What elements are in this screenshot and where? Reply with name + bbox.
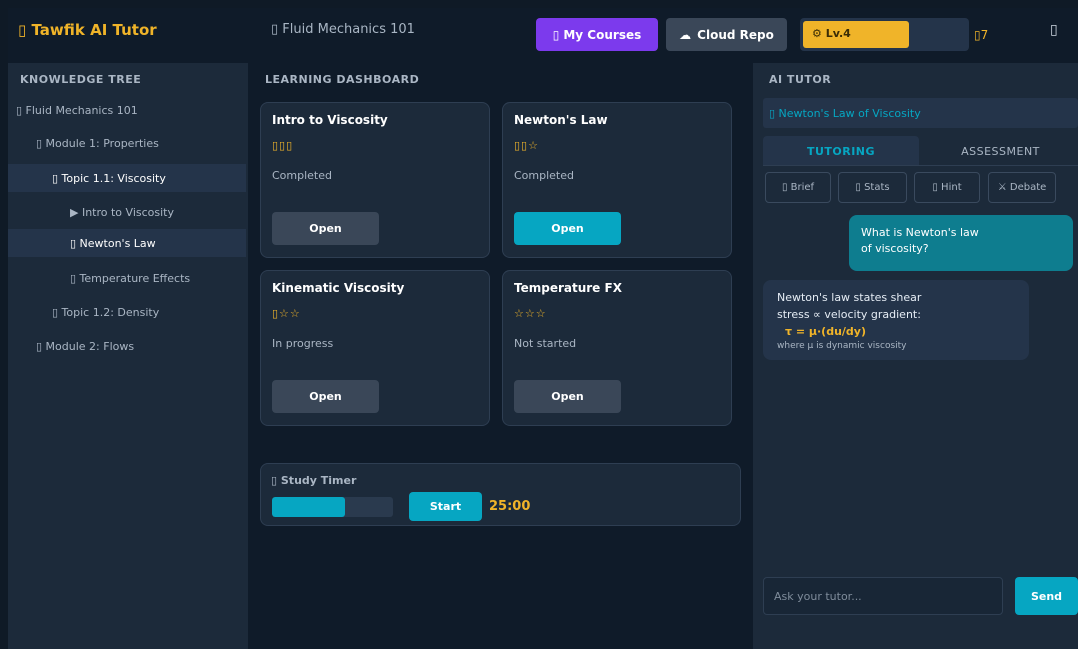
- courses-icon: ▯: [552, 27, 560, 42]
- cloud-repo-label: Cloud Repo: [697, 27, 774, 42]
- lesson-card-title: Newton's Law: [514, 113, 608, 127]
- tree-item-temperature-effects[interactable]: ▯ Temperature Effects: [8, 264, 246, 292]
- tabs-divider: [763, 165, 1078, 166]
- user-message-line: What is Newton's law: [861, 226, 979, 239]
- tree-item-label: ▯ Topic 1.2: Density: [52, 305, 160, 319]
- lesson-card-status: Not started: [514, 337, 577, 350]
- ai-tutor-panel: AI TUTOR ▯ Newton's Law of Viscosity TUT…: [753, 63, 1078, 649]
- dashboard-title: LEARNING DASHBOARD: [265, 73, 420, 86]
- brand-icon: ▯: [18, 21, 27, 39]
- lesson-card-title: Temperature FX: [514, 281, 622, 295]
- top-bar: ▯ Tawfik AI Tutor ▯ Fluid Mechanics 101 …: [8, 8, 1078, 63]
- lesson-card: Temperature FX ☆☆☆ Not started Open: [502, 270, 732, 426]
- chat-input[interactable]: [763, 577, 1003, 615]
- cloud-repo-button[interactable]: ☁ Cloud Repo: [666, 18, 787, 51]
- tree-item-label: ▯ Module 2: Flows: [36, 339, 135, 353]
- tree-item-label: ▯ Newton's Law: [70, 236, 156, 250]
- tree-item-intro-viscosity[interactable]: ▶ Intro to Viscosity: [8, 198, 246, 226]
- current-topic: ▯ Newton's Law of Viscosity: [763, 98, 1078, 128]
- level-progress-bar: ⚙ Lv.4: [800, 18, 969, 51]
- level-badge: ⚙ Lv.4: [812, 27, 851, 40]
- open-lesson-button[interactable]: Open: [272, 212, 379, 245]
- streak-counter: ▯7: [974, 28, 988, 42]
- star-rating-icon: ☆☆☆: [514, 307, 547, 320]
- ai-tutor-title: AI TUTOR: [769, 73, 832, 86]
- star-rating-icon: ▯▯▯: [272, 139, 294, 152]
- brand-logo[interactable]: ▯ Tawfik AI Tutor: [18, 21, 157, 39]
- lesson-card-title: Intro to Viscosity: [272, 113, 388, 127]
- lesson-card: Intro to Viscosity ▯▯▯ Completed Open: [260, 102, 490, 258]
- current-course-label: Fluid Mechanics 101: [282, 22, 415, 37]
- lesson-card-status: In progress: [272, 337, 334, 350]
- flame-icon: ▯: [974, 28, 981, 42]
- tutor-tabs: TUTORING ASSESSMENT: [763, 136, 1078, 166]
- study-timer: ▯ Study Timer Start 25:00: [260, 463, 741, 526]
- tree-item-course[interactable]: ▯ Fluid Mechanics 101: [8, 96, 246, 124]
- tree-item-label: ▯ Module 1: Properties: [36, 136, 159, 150]
- study-timer-progress-fill: [272, 497, 345, 517]
- level-label: Lv.4: [825, 27, 851, 40]
- app-window: ▯ Tawfik AI Tutor ▯ Fluid Mechanics 101 …: [8, 8, 1078, 649]
- tree-item-module-2[interactable]: ▯ Module 2: Flows: [8, 332, 246, 360]
- tree-item-label: ▶ Intro to Viscosity: [70, 205, 174, 219]
- my-courses-label: My Courses: [563, 27, 642, 42]
- brief-button[interactable]: ▯ Brief: [765, 172, 831, 203]
- knowledge-tree-panel: KNOWLEDGE TREE ▯ Fluid Mechanics 101 ▯ M…: [8, 63, 248, 649]
- tutor-message-line: stress ∝ velocity gradient:: [777, 308, 921, 321]
- tree-item-module-1[interactable]: ▯ Module 1: Properties: [8, 129, 246, 157]
- learning-dashboard: LEARNING DASHBOARD Intro to Viscosity ▯▯…: [248, 63, 753, 649]
- debate-button[interactable]: ⚔ Debate: [988, 172, 1056, 203]
- tree-item-topic-1-1[interactable]: ▯ Topic 1.1: Viscosity: [8, 164, 246, 192]
- tutor-message: Newton's law states shear stress ∝ veloc…: [763, 280, 1029, 360]
- tree-item-label: ▯ Temperature Effects: [70, 271, 191, 285]
- open-lesson-button[interactable]: Open: [272, 380, 379, 413]
- hint-button[interactable]: ▯ Hint: [914, 172, 980, 203]
- star-rating-icon: ▯▯☆: [514, 139, 539, 152]
- lesson-card-title: Kinematic Viscosity: [272, 281, 405, 295]
- settings-menu-icon[interactable]: ▯: [1050, 22, 1058, 38]
- study-timer-progress: [272, 497, 393, 517]
- knowledge-tree-title: KNOWLEDGE TREE: [20, 73, 142, 86]
- user-message-line: of viscosity?: [861, 242, 929, 255]
- cloud-icon: ☁: [679, 27, 692, 42]
- tree-item-label: ▯ Fluid Mechanics 101: [16, 103, 138, 117]
- lesson-card: Kinematic Viscosity ▯☆☆ In progress Open: [260, 270, 490, 426]
- streak-count: 7: [980, 28, 989, 42]
- lesson-card-status: Completed: [514, 169, 574, 182]
- book-icon: ▯: [271, 22, 279, 37]
- formula-note: where μ is dynamic viscosity: [777, 341, 907, 351]
- tab-assessment[interactable]: ASSESSMENT: [923, 136, 1078, 166]
- viscosity-formula: τ = μ·(du/dy): [785, 325, 866, 338]
- tree-item-topic-1-2[interactable]: ▯ Topic 1.2: Density: [8, 298, 246, 326]
- lesson-card-status: Completed: [272, 169, 332, 182]
- tutor-message-line: Newton's law states shear: [777, 291, 922, 304]
- open-lesson-button[interactable]: Open: [514, 380, 621, 413]
- lesson-card: Newton's Law ▯▯☆ Completed Open: [502, 102, 732, 258]
- open-lesson-button[interactable]: Open: [514, 212, 621, 245]
- tab-tutoring[interactable]: TUTORING: [763, 136, 919, 166]
- current-course: ▯ Fluid Mechanics 101: [271, 22, 415, 37]
- tree-item-label: ▯ Topic 1.1: Viscosity: [52, 171, 166, 185]
- stats-button[interactable]: ▯ Stats: [838, 172, 907, 203]
- my-courses-button[interactable]: ▯ My Courses: [536, 18, 658, 51]
- tree-item-newtons-law[interactable]: ▯ Newton's Law: [8, 229, 246, 257]
- start-timer-button[interactable]: Start: [409, 492, 482, 521]
- user-message: What is Newton's law of viscosity?: [849, 215, 1073, 271]
- brand-name: Tawfik AI Tutor: [31, 21, 157, 39]
- study-timer-label: ▯ Study Timer: [271, 474, 357, 487]
- send-button[interactable]: Send: [1015, 577, 1078, 615]
- star-rating-icon: ▯☆☆: [272, 307, 301, 320]
- timer-countdown: 25:00: [489, 499, 531, 514]
- gear-icon: ⚙: [812, 27, 822, 40]
